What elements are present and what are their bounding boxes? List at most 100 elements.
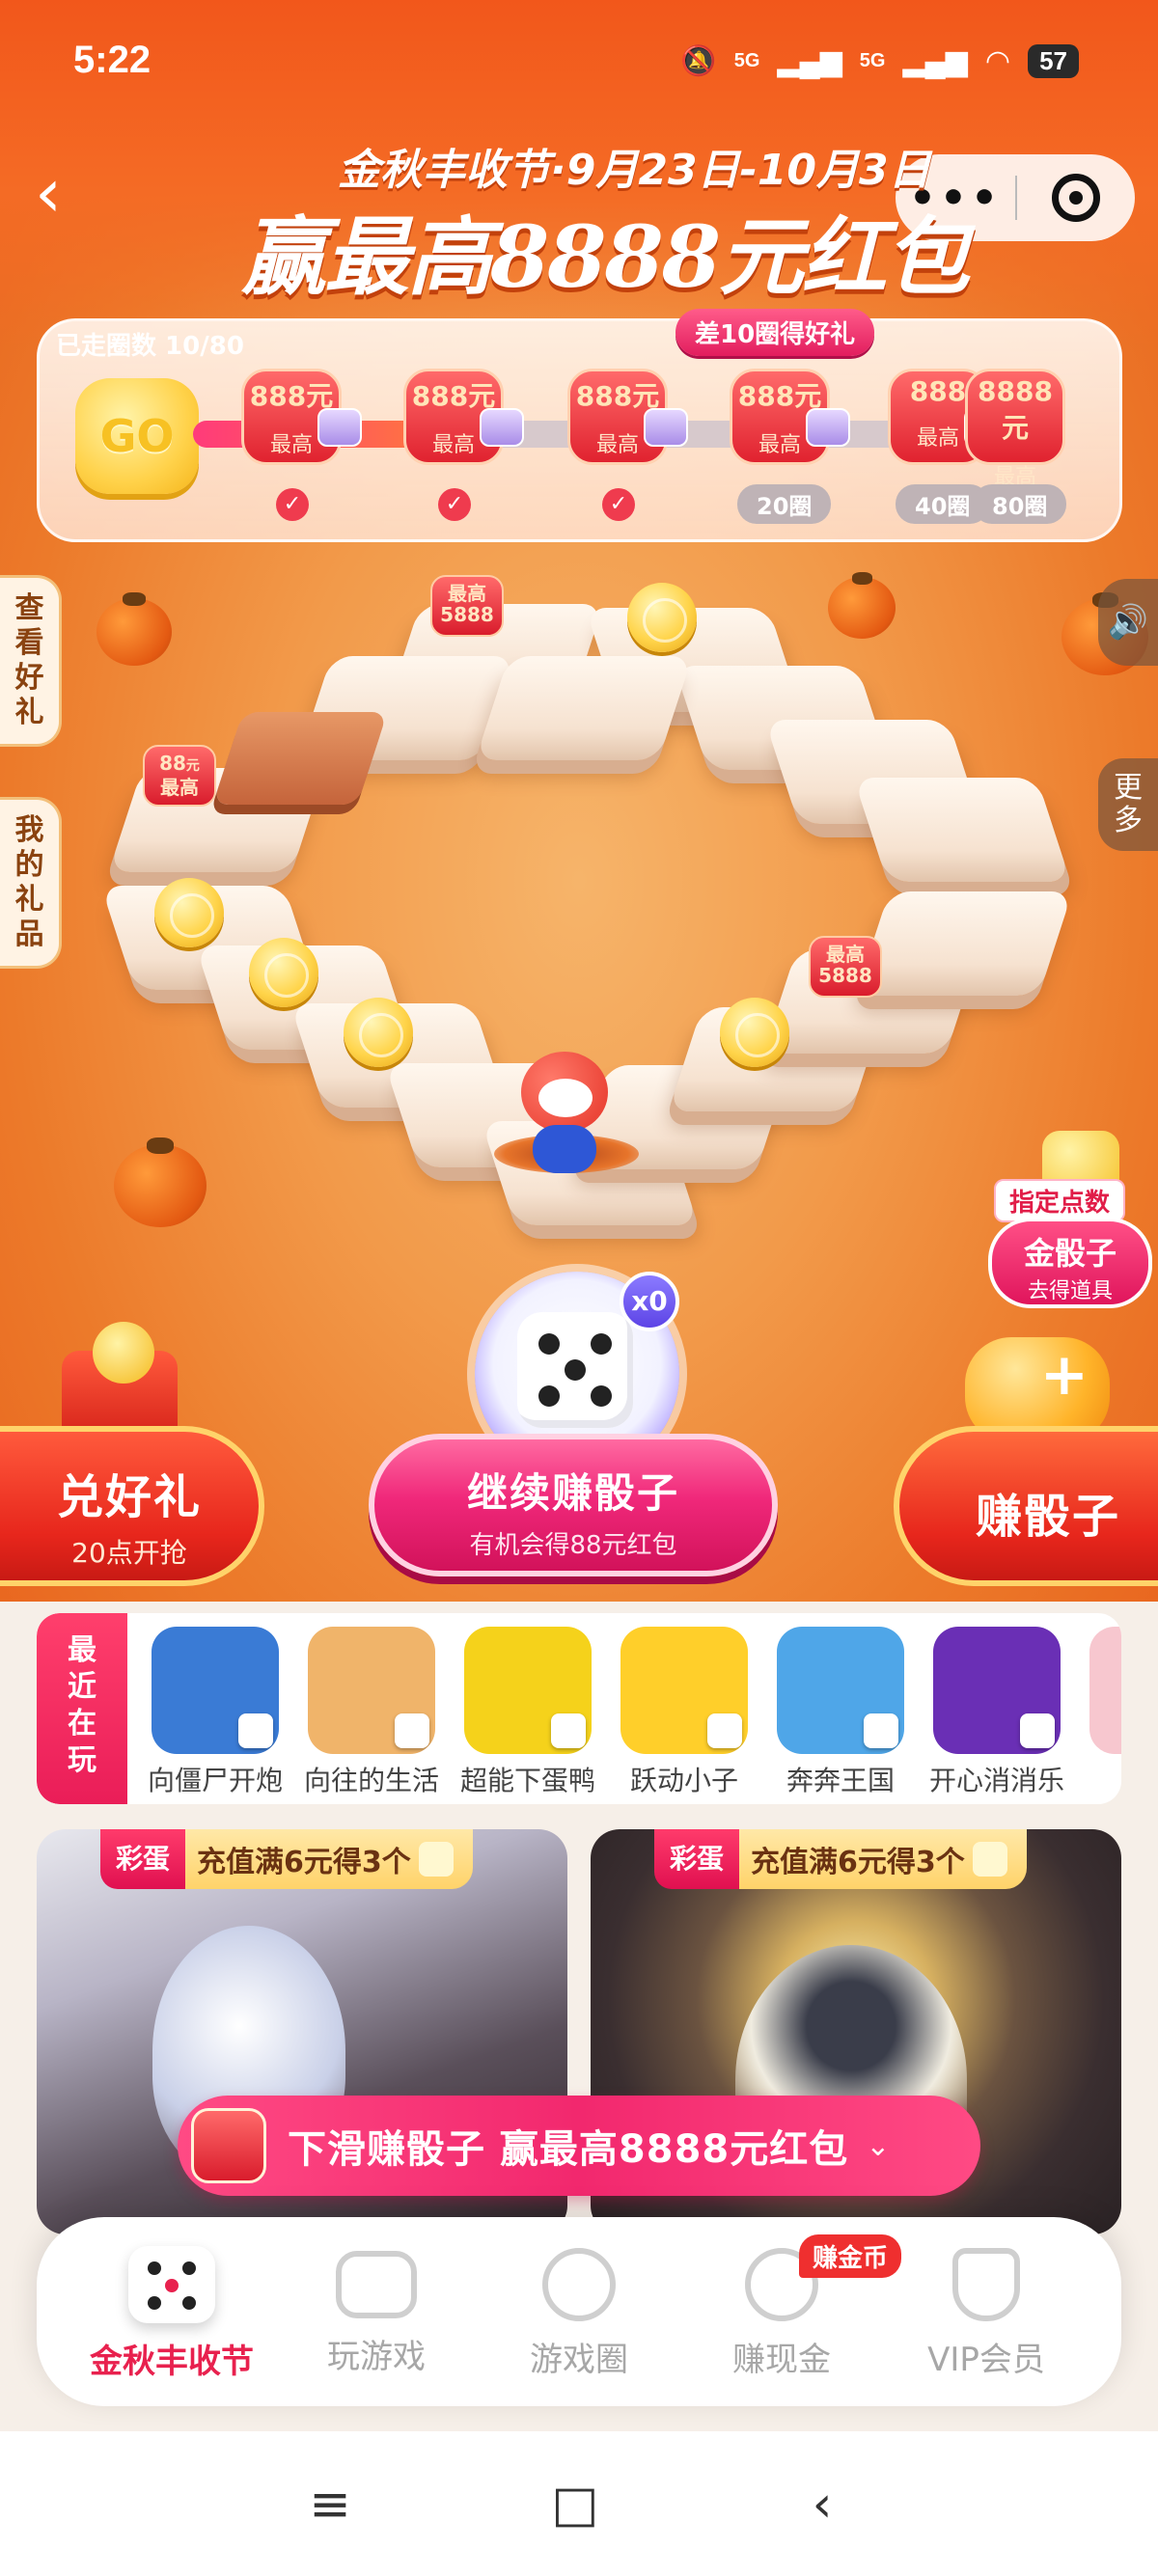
recharge-offer: 充值满6元得3个 (197, 1846, 411, 1879)
back-icon[interactable]: ‹ (793, 2478, 851, 2535)
game-name: 向往的生活 (303, 1765, 439, 1796)
signal-5g-label-2: 5G (859, 50, 886, 71)
recent-game-item[interactable]: 超能下蛋鸭 (455, 1627, 600, 1798)
close-target-icon[interactable] (1017, 174, 1135, 222)
red-packet-icon: 888元 最高 (730, 369, 850, 465)
recharge-offer: 充值满6元得3个 (751, 1846, 965, 1879)
recent-game-item[interactable]: 跃动小子 (612, 1627, 757, 1798)
reward-node[interactable]: 8888元 最高 (965, 369, 1077, 489)
scroll-earn-banner[interactable]: 下滑赚骰子 赢最高8888元红包 ⌄ (178, 2096, 980, 2196)
board-packet-low: 最高 (160, 776, 199, 799)
battery-icon: 57 (1028, 44, 1079, 78)
game-name: 向僵尸开炮 (147, 1765, 283, 1796)
status-time: 5:22 (73, 39, 152, 81)
game-app-icon (308, 1627, 435, 1754)
board-tile (855, 891, 1073, 996)
game-name: 超能下蛋鸭 (459, 1765, 595, 1796)
game-app-icon (464, 1627, 592, 1754)
game-name: 奔奔王国 (786, 1765, 895, 1796)
reward-node[interactable]: 888元 最高 (567, 369, 688, 465)
gift-icon (644, 408, 688, 447)
earn-title: 赚骰子 (975, 1490, 1120, 1544)
gold-dice-badge: 指定点数 (994, 1179, 1126, 1222)
dice-icon (418, 1842, 454, 1877)
view-gifts-tab[interactable]: 查看好礼 (0, 575, 62, 747)
more-tab[interactable]: 更多 (1098, 758, 1158, 851)
festival-title: 金秋丰收节·9月23日-10月3日 (338, 146, 931, 195)
coin-icon (249, 938, 318, 1007)
coin-icon (154, 878, 224, 947)
chevron-down-icon: ⌄ (866, 2128, 891, 2163)
need-laps-badge: 差10圈得好礼 (676, 309, 875, 356)
check-icon: ✓ (438, 488, 471, 521)
gold-dice-button[interactable]: 金骰子 去得道具 (988, 1218, 1152, 1308)
recent-game-item[interactable]: 奔奔王国 (768, 1627, 913, 1798)
lap-requirement: 80圈 (973, 484, 1067, 524)
back-chevron-icon[interactable]: ‹ (35, 159, 93, 232)
gift-icon (317, 408, 362, 447)
menu-icon[interactable]: ≡ (301, 2478, 359, 2535)
board-packet-amount: 5888 (818, 964, 872, 987)
continue-title: 继续赚骰子 (466, 1469, 679, 1517)
home-square-icon[interactable]: □ (546, 2478, 604, 2535)
tomato-mascot (511, 1052, 618, 1177)
vip-shield-icon (952, 2248, 1020, 2321)
signal-icon-2: ▂▄▆ (902, 45, 968, 77)
reward-node[interactable]: 888元 最高 (403, 369, 524, 465)
easter-egg-badge: 彩蛋 充值满6元得3个 (654, 1829, 1027, 1889)
continue-sub: 有机会得88元红包 (469, 1531, 677, 1560)
board-packet-amount: 88 (159, 752, 186, 775)
action-row: 兑好礼 20点开抢 继续赚骰子 有机会得88元红包 赚骰子 (0, 1407, 1158, 1600)
reward-node[interactable]: 888元 最高 (241, 369, 362, 465)
recent-game-item[interactable]: 向往的生活 (299, 1627, 444, 1798)
earn-dice-button[interactable]: 赚骰子 (894, 1426, 1158, 1586)
dice-icon (707, 1713, 742, 1748)
board-red-packet: 最高 5888 (809, 936, 882, 998)
recent-game-item[interactable]: 向僵尸开炮 (143, 1627, 288, 1798)
nav-vip[interactable]: VIP会员 (890, 2246, 1083, 2380)
bottom-nav: 金秋丰收节 玩游戏 游戏圈 赚现金 VIP会员 赚金币 (37, 2217, 1121, 2406)
recent-game-item[interactable]: 开心消消乐 (924, 1627, 1069, 1798)
earn-coins-tag: 赚金币 (799, 2234, 902, 2278)
recent-game-item[interactable]: 我的 (1081, 1627, 1121, 1798)
go-icon[interactable]: GO (75, 378, 199, 494)
coin-icon (344, 998, 413, 1067)
community-icon (542, 2248, 616, 2321)
gift-icon (480, 408, 524, 447)
game-app-icon (933, 1627, 1061, 1754)
system-navigation-bar: ≡ □ ‹ (0, 2431, 1158, 2576)
game-name: 跃动小子 (629, 1765, 738, 1796)
nav-harvest-festival[interactable]: 金秋丰收节 (75, 2246, 268, 2382)
exchange-title: 兑好礼 (56, 1470, 202, 1524)
dice-icon (551, 1713, 586, 1748)
nav-label: 金秋丰收节 (90, 2343, 254, 2381)
my-gifts-tab[interactable]: 我的礼品 (0, 797, 62, 969)
dice-icon (238, 1713, 273, 1748)
nav-label: 赚现金 (732, 2341, 831, 2379)
gold-dice-entry[interactable]: 指定点数 金骰子 去得道具 (975, 1131, 1158, 1308)
nav-label: 游戏圈 (530, 2341, 628, 2379)
laps-counter: 已走圈数 10/80 (56, 332, 244, 361)
festival-game-area: 5:22 🔕 5G ▂▄▆ 5G ▂▄▆ ◠ 57 ‹ ••• 金秋丰收节·9月… (0, 0, 1158, 1602)
board-packet-top: 最高 (448, 582, 486, 605)
board-packet-top: 最高 (826, 943, 865, 966)
red-packet-icon: 888元 最高 (567, 369, 688, 465)
gold-dice-sub: 去得道具 (1027, 1279, 1113, 1303)
dice-icon (864, 1713, 898, 1748)
sound-icon[interactable]: 🔊 (1098, 579, 1158, 666)
exchange-sub: 20点开抢 (71, 1537, 187, 1569)
exchange-gifts-button[interactable]: 兑好礼 20点开抢 (0, 1426, 264, 1586)
red-packet-icon: 8888元 最高 (965, 369, 1065, 489)
reward-node[interactable]: 888元 最高 (730, 369, 850, 465)
board-packet-amount: 5888 (440, 603, 494, 626)
board-red-packet: 88元 最高 (143, 745, 216, 807)
nav-label: VIP会员 (927, 2341, 1045, 2379)
nav-play-games[interactable]: 玩游戏 (280, 2246, 473, 2377)
persimmon-decoration (114, 1137, 207, 1227)
game-app-icon (777, 1627, 904, 1754)
board-packet-unit: 元 (185, 758, 200, 774)
red-packet-icon (191, 2108, 266, 2183)
nav-game-circle[interactable]: 游戏圈 (482, 2246, 676, 2380)
game-controller-icon (336, 2251, 417, 2318)
continue-earn-dice-button[interactable]: 继续赚骰子 有机会得88元红包 (369, 1434, 778, 1576)
